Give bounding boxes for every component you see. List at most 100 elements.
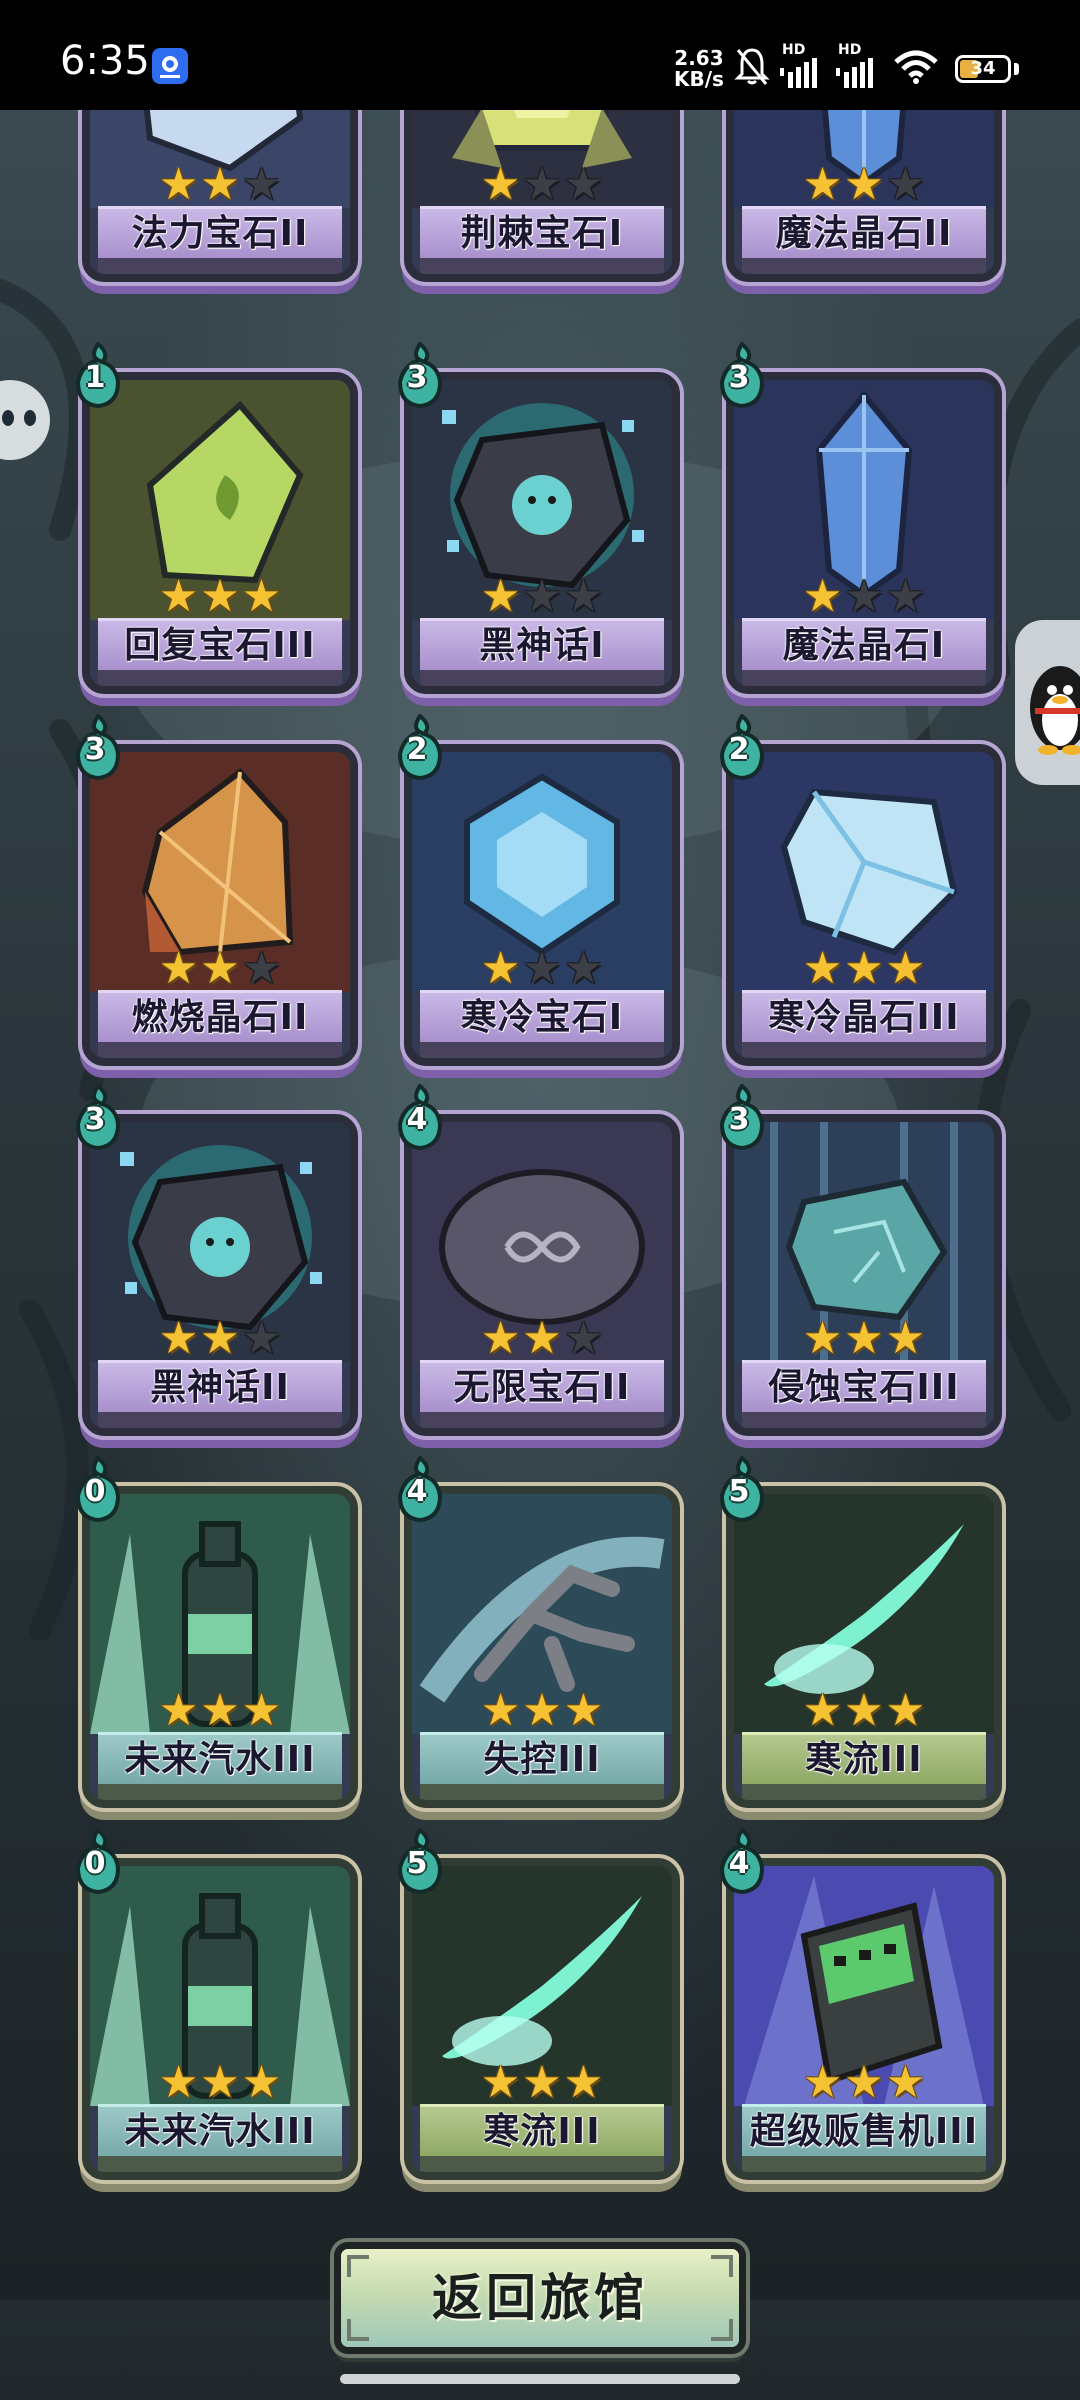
star-icon: ★ xyxy=(522,1685,562,1736)
card-frame: ★★★ 寒冷宝石I xyxy=(404,744,680,1066)
star-icon: ★ xyxy=(563,1313,604,1364)
app-notification-icon xyxy=(152,48,188,84)
card-name: 荆棘宝石I xyxy=(420,206,664,259)
card-frame: ★★★ 无限宝石II xyxy=(404,1114,680,1436)
card-name: 未来汽水III xyxy=(98,2104,342,2157)
card[interactable]: ★★★ 荆棘宝石I xyxy=(404,110,680,282)
star-icon: ★ xyxy=(802,571,843,622)
card[interactable]: ★★★ 回复宝石III 1 xyxy=(75,342,358,694)
card-frame: ★★★ 回复宝石III xyxy=(82,372,358,694)
home-indicator[interactable] xyxy=(340,2374,740,2384)
card-base xyxy=(420,2156,664,2172)
star-icon: ★ xyxy=(158,159,199,210)
card[interactable]: ★★★ 侵蚀宝石III 3 xyxy=(719,1084,1002,1436)
card[interactable]: ★★★ 未来汽水III 0 xyxy=(75,1828,358,2180)
card-base xyxy=(98,1042,342,1058)
energy-cost-badge: 3 xyxy=(716,1084,768,1150)
energy-cost-value: 3 xyxy=(84,1102,106,1137)
card[interactable]: ★★★ 寒流III 5 xyxy=(397,1828,680,2180)
star-icon: ★ xyxy=(844,159,884,210)
star-icon: ★ xyxy=(885,943,926,994)
card[interactable]: ★★★ 超级贩售机III 4 xyxy=(719,1828,1002,2180)
card[interactable]: ★★★ 法力宝石II xyxy=(82,110,358,282)
star-icon: ★ xyxy=(885,159,926,210)
return-to-inn-button[interactable]: 返回旅馆 xyxy=(334,2242,746,2354)
card-name: 回复宝石III xyxy=(98,618,342,671)
card[interactable]: ★★★ 寒冷宝石I 2 xyxy=(397,714,680,1066)
star-icon: ★ xyxy=(241,1685,282,1736)
star-icon: ★ xyxy=(158,571,199,622)
status-time: 6:35 xyxy=(60,38,150,84)
star-icon: ★ xyxy=(885,1313,926,1364)
star-icon: ★ xyxy=(522,2057,562,2108)
card-frame: ★★★ 失控III xyxy=(404,1486,680,1808)
card-frame: ★★★ 黑神话II xyxy=(82,1114,358,1436)
network-speed: 2.63 KB/s xyxy=(674,48,724,90)
energy-cost-badge: 5 xyxy=(716,1456,768,1522)
wifi-icon xyxy=(894,50,938,84)
star-icon: ★ xyxy=(200,2057,240,2108)
card[interactable]: ★★★ 无限宝石II 4 xyxy=(397,1084,680,1436)
card-name: 超级贩售机III xyxy=(742,2104,986,2157)
star-rating: ★★★ xyxy=(412,1685,672,1736)
card-base xyxy=(742,258,986,274)
card[interactable]: ★★★ 燃烧晶石II 3 xyxy=(75,714,358,1066)
card-frame: ★★★ 魔法晶石I xyxy=(726,372,1002,694)
star-icon: ★ xyxy=(158,943,199,994)
network-speed-value: 2.63 xyxy=(674,46,724,70)
card-frame: ★★★ 未来汽水III xyxy=(82,1486,358,1808)
star-icon: ★ xyxy=(885,571,926,622)
card[interactable]: ★★★ 失控III 4 xyxy=(397,1456,680,1808)
card-frame: ★★★ 寒流III xyxy=(404,1858,680,2180)
card-base xyxy=(742,1042,986,1058)
card-name: 燃烧晶石II xyxy=(98,990,342,1043)
button-corner-ornament xyxy=(711,2319,733,2341)
energy-cost-badge: 0 xyxy=(72,1456,124,1522)
battery-percent: 34 xyxy=(970,58,996,79)
card-name: 未来汽水III xyxy=(98,1732,342,1785)
card-base xyxy=(420,1042,664,1058)
card[interactable]: ★★★ 魔法晶石I 3 xyxy=(719,342,1002,694)
card-base xyxy=(420,1412,664,1428)
card[interactable]: ★★★ 未来汽水III 0 xyxy=(75,1456,358,1808)
signal-2-label: HD xyxy=(838,42,862,58)
energy-cost-badge: 2 xyxy=(716,714,768,780)
energy-cost-value: 0 xyxy=(84,1846,106,1881)
button-corner-ornament xyxy=(347,2255,369,2277)
star-icon: ★ xyxy=(522,1313,562,1364)
star-icon: ★ xyxy=(200,1685,240,1736)
star-rating: ★★★ xyxy=(734,1313,994,1364)
return-to-inn-label: 返回旅馆 xyxy=(432,2269,648,2327)
signal-bars-1-icon xyxy=(780,58,817,88)
card-base xyxy=(420,258,664,274)
card-frame: ★★★ 未来汽水III xyxy=(82,1858,358,2180)
star-icon: ★ xyxy=(480,1685,521,1736)
card-frame: ★★★ 燃烧晶石II xyxy=(82,744,358,1066)
card[interactable]: ★★★ 黑神话II 3 xyxy=(75,1084,358,1436)
star-icon: ★ xyxy=(844,1313,884,1364)
card[interactable]: ★★★ 寒冷晶石III 2 xyxy=(719,714,1002,1066)
star-icon: ★ xyxy=(844,2057,884,2108)
game-screen: ★★★ 法力宝石II ★★★ 荆棘宝石I ★★★ 魔法晶石II ★★★ 回复宝石III 1 ★★★… xyxy=(0,110,1080,2400)
star-icon: ★ xyxy=(480,2057,521,2108)
energy-cost-badge: 5 xyxy=(394,1828,446,1894)
card-frame: ★★★ 黑神话I xyxy=(404,372,680,694)
energy-cost-value: 3 xyxy=(728,1102,750,1137)
button-corner-ornament xyxy=(347,2319,369,2341)
card-base xyxy=(742,1784,986,1800)
star-icon: ★ xyxy=(563,943,604,994)
star-icon: ★ xyxy=(480,159,521,210)
star-icon: ★ xyxy=(844,943,884,994)
energy-cost-value: 4 xyxy=(406,1474,428,1509)
energy-cost-badge: 3 xyxy=(72,1084,124,1150)
card[interactable]: ★★★ 黑神话I 3 xyxy=(397,342,680,694)
star-icon: ★ xyxy=(480,571,521,622)
card-base xyxy=(742,670,986,686)
star-icon: ★ xyxy=(241,1313,282,1364)
card[interactable]: ★★★ 寒流III 5 xyxy=(719,1456,1002,1808)
card[interactable]: ★★★ 魔法晶石II xyxy=(726,110,1002,282)
card-base xyxy=(98,670,342,686)
card-frame: ★★★ 魔法晶石II xyxy=(726,110,1002,282)
energy-cost-value: 4 xyxy=(728,1846,750,1881)
star-icon: ★ xyxy=(563,159,604,210)
